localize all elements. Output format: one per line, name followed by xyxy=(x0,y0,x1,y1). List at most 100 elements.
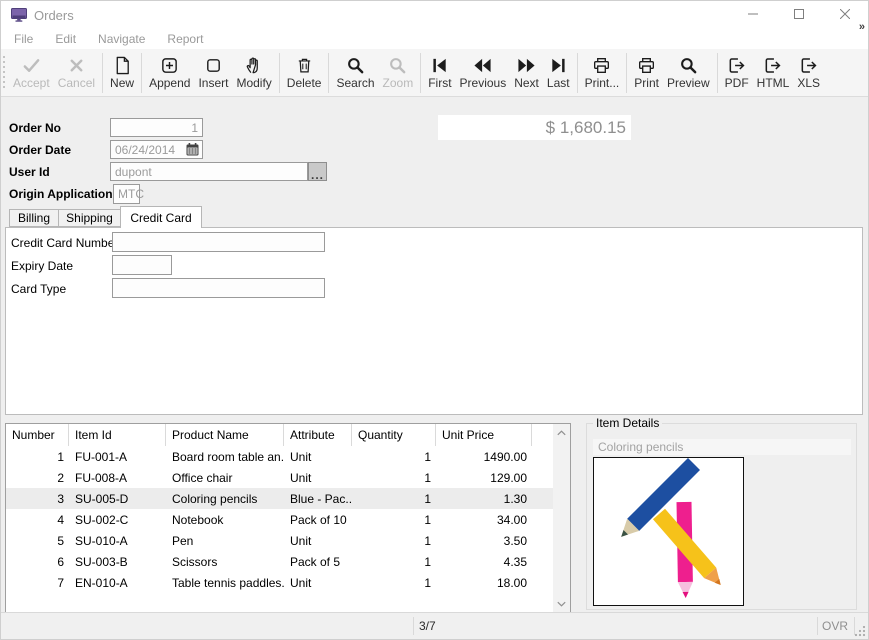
toolbar-button-label: New xyxy=(110,76,134,90)
toolbar-button-label: Modify xyxy=(236,76,271,90)
toolbar-button-label: Accept xyxy=(13,76,50,90)
toolbar-pdf-button[interactable]: PDF xyxy=(721,51,753,95)
grid-cell-unit-price: 129.00 xyxy=(436,471,532,485)
menu-edit[interactable]: Edit xyxy=(44,29,87,49)
grid-column-header-quantity[interactable]: Quantity xyxy=(352,424,436,446)
grid-row-5[interactable]: 5SU-010-APenUnit13.50 xyxy=(6,530,553,551)
user-id-label: User Id xyxy=(9,165,50,179)
user-id-field[interactable]: dupont xyxy=(110,162,308,181)
toolbar-button-label: Print xyxy=(634,76,659,90)
grid-cell-quantity: 1 xyxy=(352,576,436,590)
toolbar-search-button[interactable]: Search xyxy=(332,51,378,95)
menu-report[interactable]: Report xyxy=(156,29,214,49)
toolbar-next-button[interactable]: Next xyxy=(510,51,543,95)
order-no-value: 1 xyxy=(191,121,198,135)
scroll-down-button[interactable] xyxy=(553,595,570,612)
grid-cell-product-name: Scissors xyxy=(166,555,284,569)
toolbar-accept-button[interactable]: Accept xyxy=(9,51,54,95)
grid-cell-product-name: Board room table an... xyxy=(166,450,284,464)
toolbar-print-dialog-button[interactable]: Print... xyxy=(581,51,624,95)
grid-column-header-product-name[interactable]: Product Name xyxy=(166,424,284,446)
toolbar-modify-button[interactable]: Modify xyxy=(232,51,275,95)
toolbar-append-button[interactable]: Append xyxy=(145,51,194,95)
grid-column-header-attribute[interactable]: Attribute xyxy=(284,424,352,446)
grid-cell-number: 3 xyxy=(6,492,69,506)
menu-file[interactable]: File xyxy=(3,29,44,49)
toolbar-first-button[interactable]: First xyxy=(424,51,455,95)
origin-application-value: MTC xyxy=(118,187,144,201)
grid-cell-number: 2 xyxy=(6,471,69,485)
tab-billing[interactable]: Billing xyxy=(9,209,59,227)
toolbar-new-button[interactable]: New xyxy=(106,51,138,95)
box-icon xyxy=(204,56,223,75)
grid-column-header-item-id[interactable]: Item Id xyxy=(69,424,166,446)
magnifier-icon xyxy=(679,56,698,75)
order-date-field[interactable]: 06/24/2014 xyxy=(110,140,203,159)
tab-shipping[interactable]: Shipping xyxy=(58,209,121,227)
origin-application-field[interactable]: MTC xyxy=(113,184,140,204)
toolbar-overflow-chevron-icon[interactable]: » xyxy=(859,21,865,33)
resize-grip-icon[interactable] xyxy=(855,626,866,637)
toolbar-html-button[interactable]: HTML xyxy=(753,51,794,95)
toolbar-cancel-button[interactable]: Cancel xyxy=(54,51,99,95)
grid-cell-attribute: Unit xyxy=(284,534,352,548)
grid-row-3[interactable]: 3SU-005-DColoring pencilsBlue - Pac...11… xyxy=(6,488,553,509)
orders-window: Orders FileEditNavigateReport Accept Canc… xyxy=(0,0,869,640)
export-icon xyxy=(799,56,818,75)
grid-scrollbar[interactable] xyxy=(553,424,570,612)
toolbar-button-label: Cancel xyxy=(58,76,95,90)
check-icon xyxy=(22,56,41,75)
scroll-up-button[interactable] xyxy=(553,424,570,441)
order-no-field[interactable]: 1 xyxy=(110,118,203,137)
toolbar-previous-button[interactable]: Previous xyxy=(456,51,511,95)
credit-card-number-input[interactable] xyxy=(112,232,325,252)
toolbar-preview-button[interactable]: Preview xyxy=(663,51,714,95)
toolbar-zoom-button[interactable]: Zoom xyxy=(379,51,418,95)
grid-cell-unit-price: 4.35 xyxy=(436,555,532,569)
grid-header: NumberItem IdProduct NameAttributeQuanti… xyxy=(6,424,570,446)
toolbar-insert-button[interactable]: Insert xyxy=(194,51,232,95)
menu-navigate[interactable]: Navigate xyxy=(87,29,156,49)
grid-row-1[interactable]: 1FU-001-ABoard room table an...Unit11490… xyxy=(6,446,553,467)
grid-cell-product-name: Table tennis paddles... xyxy=(166,576,284,590)
expiry-date-input[interactable] xyxy=(112,255,172,275)
toolbar-grip-handle[interactable] xyxy=(3,56,5,88)
user-id-browse-button[interactable]: ... xyxy=(308,162,327,181)
title-bar: Orders xyxy=(1,1,868,29)
credit-card-tab-panel: Credit Card Number Expiry Date Card Type xyxy=(5,227,863,415)
origin-application-label: Origin Application xyxy=(9,187,113,201)
grid-row-4[interactable]: 4SU-002-CNotebookPack of 10134.00 xyxy=(6,509,553,530)
minimize-button[interactable] xyxy=(730,1,776,29)
toolbar-delete-button[interactable]: Delete xyxy=(283,51,326,95)
grid-cell-item-id: SU-002-C xyxy=(69,513,166,527)
card-type-input[interactable] xyxy=(112,278,325,298)
maximize-button[interactable] xyxy=(776,1,822,29)
grid-column-header-unit-price[interactable]: Unit Price xyxy=(436,424,532,446)
grid-cell-attribute: Unit xyxy=(284,576,352,590)
grid-cell-item-id: SU-010-A xyxy=(69,534,166,548)
grid-cell-number: 1 xyxy=(6,450,69,464)
toolbar-last-button[interactable]: Last xyxy=(543,51,574,95)
grid-column-header-number[interactable]: Number xyxy=(6,424,69,446)
grid-cell-unit-price: 3.50 xyxy=(436,534,532,548)
magnifier-icon xyxy=(346,56,365,75)
item-details-title: Item Details xyxy=(593,416,662,430)
grid-cell-quantity: 1 xyxy=(352,513,436,527)
window-title: Orders xyxy=(34,8,74,23)
toolbar-button-label: Last xyxy=(547,76,570,90)
grid-row-6[interactable]: 6SU-003-BScissorsPack of 514.35 xyxy=(6,551,553,572)
toolbar-print-button[interactable]: Print xyxy=(630,51,663,95)
tab-credit-card[interactable]: Credit Card xyxy=(120,206,202,228)
expiry-date-label: Expiry Date xyxy=(11,259,73,273)
grid-row-7[interactable]: 7EN-010-ATable tennis paddles...Unit118.… xyxy=(6,572,553,593)
grid-cell-unit-price: 1490.00 xyxy=(436,450,532,464)
grid-row-2[interactable]: 2FU-008-AOffice chairUnit1129.00 xyxy=(6,467,553,488)
status-divider xyxy=(413,617,414,635)
user-id-value: dupont xyxy=(115,165,152,179)
calendar-button[interactable] xyxy=(185,142,200,157)
credit-card-number-label: Credit Card Number xyxy=(11,236,118,250)
toolbar-button-label: PDF xyxy=(725,76,749,90)
export-icon xyxy=(727,56,746,75)
toolbar-xls-button[interactable]: XLS xyxy=(793,51,824,95)
toolbar-separator xyxy=(577,53,578,93)
